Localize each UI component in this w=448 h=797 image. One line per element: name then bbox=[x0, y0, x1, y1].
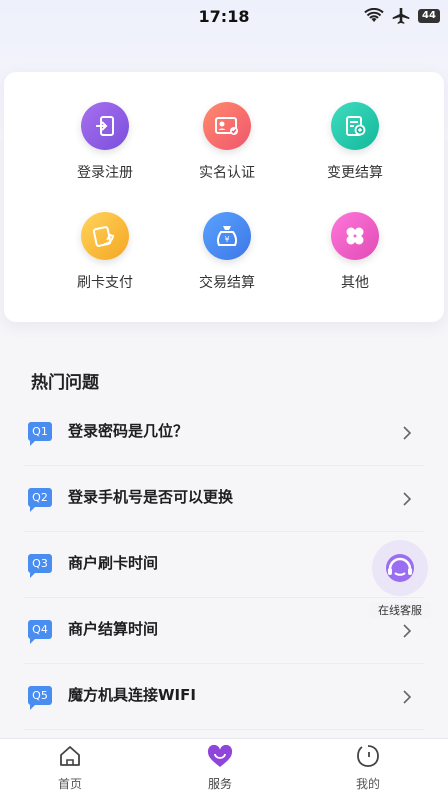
chevron-right-icon bbox=[403, 690, 412, 704]
tab-label: 首页 bbox=[57, 777, 82, 791]
faq-question: 登录密码是几位？ bbox=[68, 422, 189, 440]
grid-label: 实名认证 bbox=[199, 165, 255, 181]
headset-icon bbox=[372, 540, 428, 596]
bottom-tab-bar: 首页 服务 我的 bbox=[0, 738, 448, 797]
faq-item-q4[interactable]: Q4 商户结算时间 bbox=[24, 598, 424, 664]
tab-label: 服务 bbox=[207, 777, 232, 791]
wifi-icon bbox=[364, 8, 384, 24]
chevron-right-icon bbox=[403, 492, 412, 506]
faq-item-q2[interactable]: Q2 登录手机号是否可以更换 bbox=[24, 466, 424, 532]
settlement-change-icon bbox=[331, 102, 379, 150]
grid-label: 变更结算 bbox=[327, 165, 383, 181]
faq-item-q1[interactable]: Q1 登录密码是几位？ bbox=[24, 400, 424, 466]
grid-item-transaction-settlement[interactable]: ¥ 交易结算 bbox=[162, 212, 292, 322]
customer-service-label: 在线客服 bbox=[370, 602, 430, 618]
faq-badge: Q4 bbox=[28, 620, 52, 644]
faq-badge: Q2 bbox=[28, 488, 52, 512]
faq-item-q5[interactable]: Q5 魔方机具连接WIFI bbox=[24, 664, 424, 730]
money-bag-icon: ¥ bbox=[203, 212, 251, 260]
grid-item-change-settlement[interactable]: 变更结算 bbox=[290, 102, 420, 212]
clover-icon bbox=[331, 212, 379, 260]
faq-question: 魔方机具连接WIFI bbox=[68, 686, 196, 704]
tab-home[interactable]: 首页 bbox=[30, 743, 110, 792]
profile-icon bbox=[357, 745, 379, 767]
chevron-right-icon bbox=[403, 426, 412, 440]
faq-item-q3[interactable]: Q3 商户刷卡时间 bbox=[24, 532, 424, 598]
faq-question: 登录手机号是否可以更换 bbox=[68, 488, 234, 506]
home-icon bbox=[60, 746, 80, 766]
heart-icon bbox=[207, 744, 233, 767]
id-card-icon bbox=[203, 102, 251, 150]
chevron-right-icon bbox=[403, 624, 412, 638]
faq-section-title: 热门问题 bbox=[31, 373, 99, 393]
login-icon bbox=[81, 102, 129, 150]
card-pay-icon bbox=[81, 212, 129, 260]
battery-icon: 44 bbox=[418, 9, 440, 23]
online-customer-service[interactable]: 在线客服 bbox=[370, 540, 430, 618]
tab-service[interactable]: 服务 bbox=[180, 743, 260, 792]
faq-question: 商户刷卡时间 bbox=[68, 554, 159, 572]
airplane-icon bbox=[392, 8, 410, 24]
grid-item-card-pay[interactable]: 刷卡支付 bbox=[40, 212, 170, 322]
faq-question: 商户结算时间 bbox=[68, 620, 159, 638]
svg-text:¥: ¥ bbox=[224, 235, 229, 244]
grid-label: 登录注册 bbox=[77, 165, 133, 181]
faq-badge: Q3 bbox=[28, 554, 52, 578]
faq-badge: Q1 bbox=[28, 422, 52, 446]
tab-mine[interactable]: 我的 bbox=[328, 743, 408, 792]
grid-item-login[interactable]: 登录注册 bbox=[40, 102, 170, 212]
service-grid: 登录注册 实名认证 变更结算 刷卡支付 ¥ 交易结算 其他 bbox=[4, 72, 444, 322]
grid-item-other[interactable]: 其他 bbox=[290, 212, 420, 322]
tab-label: 我的 bbox=[355, 777, 380, 791]
status-bar: 17:18 44 bbox=[0, 0, 448, 34]
faq-badge: Q5 bbox=[28, 686, 52, 710]
grid-item-real-name[interactable]: 实名认证 bbox=[162, 102, 292, 212]
grid-label: 交易结算 bbox=[199, 275, 255, 291]
grid-label: 刷卡支付 bbox=[77, 275, 133, 291]
grid-label: 其他 bbox=[341, 275, 369, 291]
